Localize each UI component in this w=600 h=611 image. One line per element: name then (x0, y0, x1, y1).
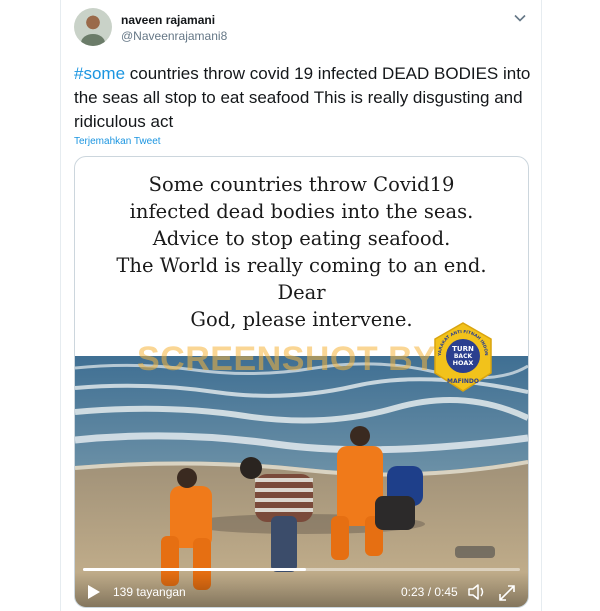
caption-line: The World is really coming to an end. (116, 254, 487, 277)
badge-line: TURN (452, 345, 474, 353)
volume-icon[interactable] (467, 583, 487, 601)
watermark-text: SCREENSHOT BY (137, 340, 437, 378)
user-handle[interactable]: @Naveenrajamani8 (121, 29, 227, 43)
turnbackhoax-badge: MASYARAKAT ANTI FITNAH INDONESIA TURN BA… (431, 321, 492, 392)
progress-track[interactable] (83, 568, 520, 571)
avatar[interactable] (74, 8, 112, 46)
tweet-body: countries throw covid 19 infected DEAD B… (74, 64, 531, 131)
fullscreen-icon[interactable] (498, 584, 516, 602)
user-name[interactable]: naveen rajamani (121, 13, 215, 27)
play-icon[interactable] (87, 584, 101, 600)
video-player[interactable]: Some countries throw Covid19 infected de… (74, 156, 529, 608)
caption-line: Advice to stop eating seafood. (152, 227, 451, 250)
hashtag-link[interactable]: #some (74, 64, 125, 83)
badge-bottom-text: MAFINDO (447, 378, 479, 385)
view-count: 139 tayangan (113, 585, 186, 599)
chevron-down-icon[interactable] (512, 10, 528, 26)
translate-tweet-link[interactable]: Terjemahkan Tweet (74, 136, 161, 147)
tweet-text: #some countries throw covid 19 infected … (74, 62, 534, 134)
caption-line: Dear (277, 281, 326, 304)
tweet-card: naveen rajamani @Naveenrajamani8 #some c… (60, 0, 542, 611)
progress-fill (83, 568, 307, 571)
badge-line: HOAX (453, 359, 474, 367)
caption-line: Some countries throw Covid19 (148, 173, 455, 196)
caption-line: infected dead bodies into the seas. (129, 200, 474, 223)
video-time: 0:23 / 0:45 (401, 585, 458, 599)
video-caption: Some countries throw Covid19 infected de… (75, 171, 528, 333)
